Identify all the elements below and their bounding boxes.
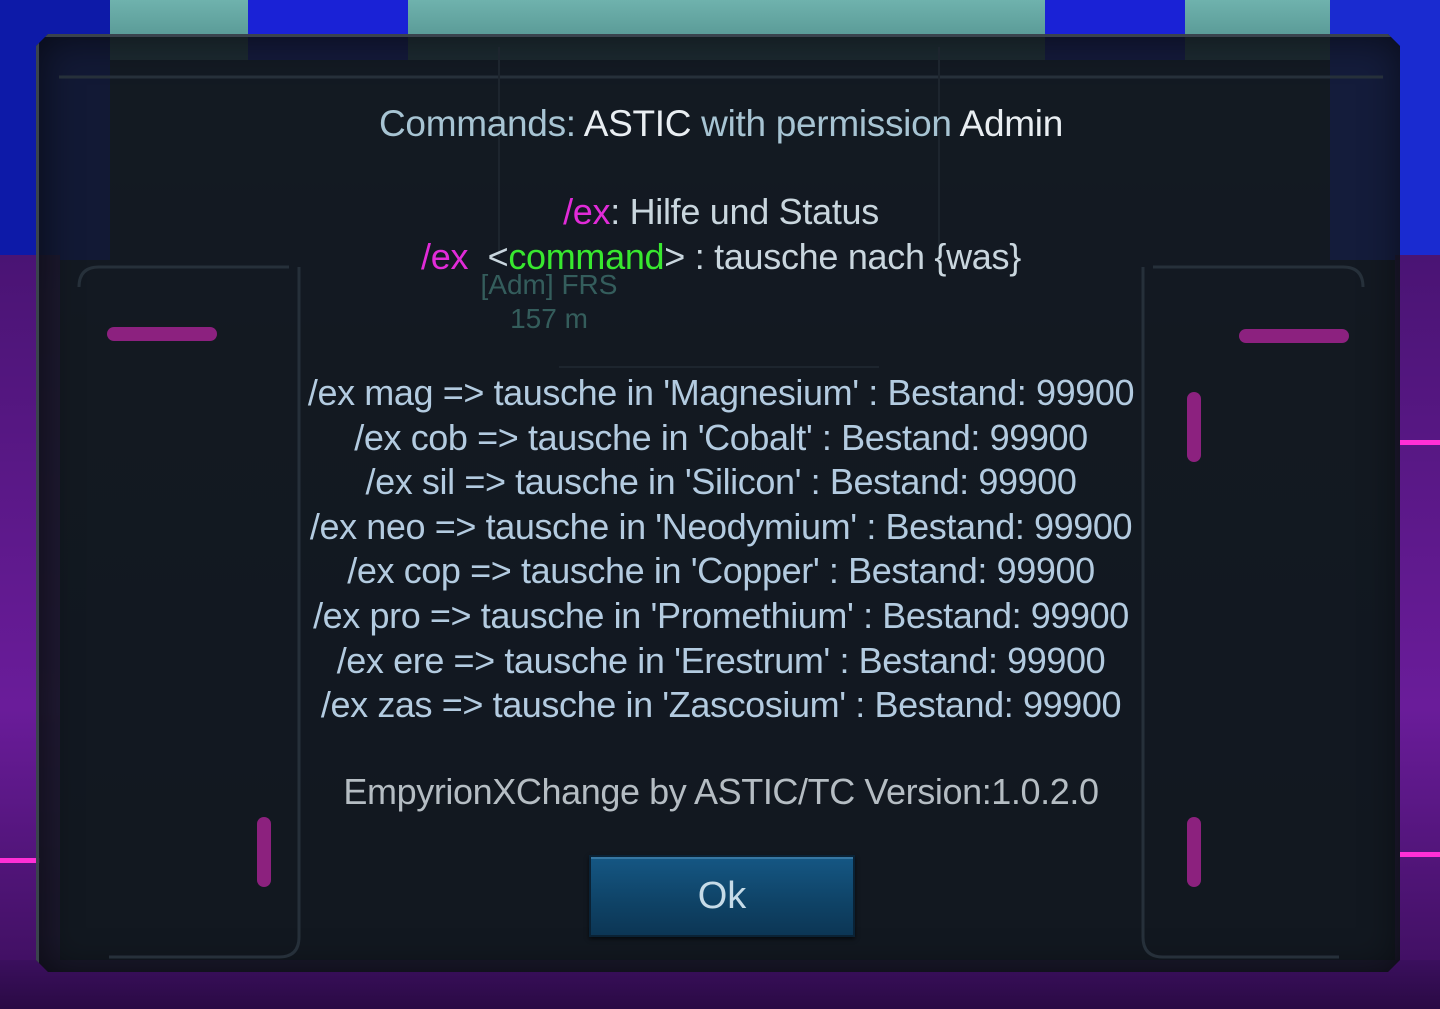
decor-light bbox=[1187, 817, 1201, 887]
commands-dialog: [Adm] FRS 157 m Commands: ASTIC with per… bbox=[36, 34, 1400, 972]
game-scene: [Adm] FRS 157 m Commands: ASTIC with per… bbox=[0, 0, 1440, 1009]
command-list: /ex mag => tausche in 'Magnesium' : Best… bbox=[39, 371, 1400, 728]
usage-argument: command bbox=[508, 236, 665, 277]
dialog-title: Commands: ASTIC with permission Admin bbox=[39, 103, 1400, 145]
command-item: /ex sil => tausche in 'Silicon' : Bestan… bbox=[365, 461, 1077, 503]
usage-line: /ex <command> : tausche nach {was} bbox=[39, 236, 1400, 278]
title-role: Admin bbox=[959, 103, 1064, 144]
decor-light bbox=[107, 327, 217, 341]
usage-command: /ex bbox=[421, 236, 469, 277]
title-user: ASTIC bbox=[583, 103, 692, 144]
version-footer: EmpyrionXChange by ASTIC/TC Version:1.0.… bbox=[343, 771, 1099, 812]
neon-strip bbox=[1400, 852, 1440, 857]
command-item: /ex cop => tausche in 'Copper' : Bestand… bbox=[347, 550, 1095, 592]
ok-button[interactable]: Ok bbox=[589, 855, 855, 937]
command-item: /ex zas => tausche in 'Zascosium' : Best… bbox=[320, 684, 1122, 726]
neon-strip bbox=[1400, 440, 1440, 445]
help-line: /ex: Hilfe und Status bbox=[39, 191, 1400, 233]
command-item: /ex neo => tausche in 'Neodymium' : Best… bbox=[309, 505, 1133, 547]
help-description: : Hilfe und Status bbox=[610, 191, 879, 232]
title-mid: with permission bbox=[701, 103, 952, 144]
usage-description: : tausche nach {was} bbox=[694, 236, 1022, 277]
decor-light bbox=[1239, 329, 1349, 343]
help-command: /ex bbox=[563, 191, 611, 232]
background-right-magenta-panel bbox=[1395, 255, 1440, 1009]
command-item: /ex pro => tausche in 'Promethium' : Bes… bbox=[313, 594, 1129, 636]
title-prefix: Commands: bbox=[379, 103, 576, 144]
neon-strip bbox=[0, 858, 40, 863]
command-item: /ex mag => tausche in 'Magnesium' : Best… bbox=[307, 372, 1135, 413]
decor-light bbox=[257, 817, 271, 887]
command-item: /ex ere => tausche in 'Erestrum' : Besta… bbox=[336, 639, 1106, 681]
usage-bracket-open: < bbox=[487, 236, 509, 277]
hud-target-distance: 157 m bbox=[510, 303, 588, 334]
command-item: /ex cob => tausche in 'Cobalt' : Bestand… bbox=[354, 416, 1088, 458]
usage-bracket-close: > bbox=[664, 236, 686, 277]
